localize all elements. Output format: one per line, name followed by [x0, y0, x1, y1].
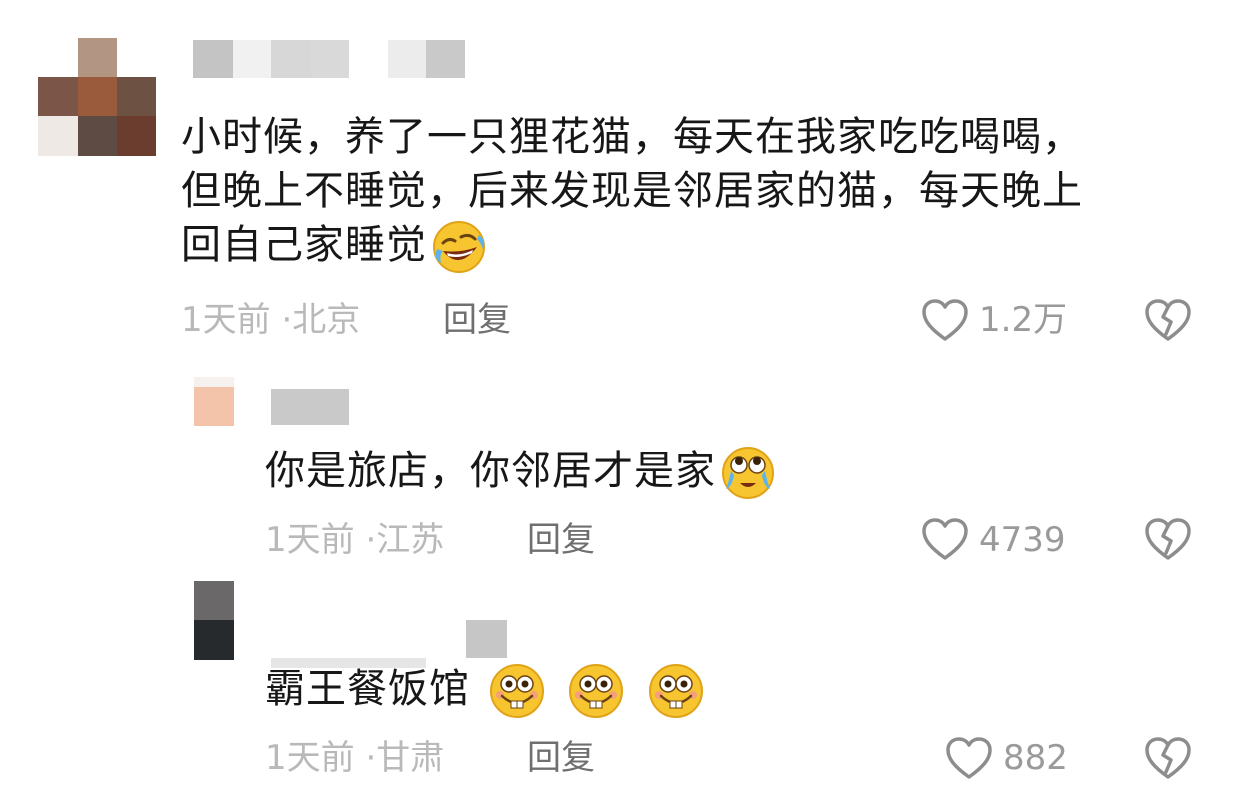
buck-tooth-grin-emoji	[488, 662, 546, 720]
avatar[interactable]	[194, 377, 234, 426]
comment-meta: 1天前 ·甘肃	[265, 738, 444, 778]
comment-text: 你是旅店，你邻居才是家	[265, 444, 776, 501]
meta-separator: ·	[365, 520, 377, 560]
comment-text: 霸王餐饭馆	[265, 662, 705, 720]
broken-heart-icon[interactable]	[1144, 736, 1192, 780]
broken-heart-icon[interactable]	[1144, 517, 1192, 561]
meta-separator: ·	[365, 738, 377, 778]
like-count: 4739	[979, 520, 1066, 560]
buck-tooth-grin-emoji	[647, 662, 705, 720]
comment-time: 1天前	[181, 300, 271, 340]
like-count: 1.2万	[979, 300, 1068, 340]
comment-location: 甘肃	[376, 738, 445, 778]
username[interactable]	[193, 40, 465, 78]
comment-meta: 1天前 ·北京	[181, 300, 360, 340]
avatar[interactable]	[38, 38, 156, 156]
username[interactable]	[271, 620, 507, 668]
emoji-group	[474, 664, 705, 718]
meta-separator: ·	[281, 300, 293, 340]
comment-text: 小时候，养了一只狸花猫，每天在我家吃吃喝喝， 但晚上不睡觉，后来发现是邻居家的猫…	[181, 110, 1083, 275]
comment-meta: 1天前 ·江苏	[265, 520, 444, 560]
comment-location: 江苏	[376, 520, 445, 560]
avatar[interactable]	[194, 581, 234, 660]
reply-button[interactable]: 回复	[527, 738, 595, 778]
buck-tooth-grin-emoji	[567, 662, 625, 720]
username[interactable]	[271, 389, 349, 425]
comment-time: 1天前	[265, 738, 355, 778]
reply-button[interactable]: 回复	[443, 300, 511, 340]
comment-time: 1天前	[265, 520, 355, 560]
rolling-laughing-emoji	[431, 219, 487, 275]
teary-looking-up-emoji	[720, 445, 776, 501]
heart-outline-icon[interactable]	[945, 736, 993, 780]
broken-heart-icon[interactable]	[1144, 298, 1192, 342]
like-count: 882	[1003, 738, 1068, 778]
heart-outline-icon[interactable]	[921, 298, 969, 342]
heart-outline-icon[interactable]	[921, 517, 969, 561]
comment-location: 北京	[292, 300, 361, 340]
reply-button[interactable]: 回复	[527, 520, 595, 560]
